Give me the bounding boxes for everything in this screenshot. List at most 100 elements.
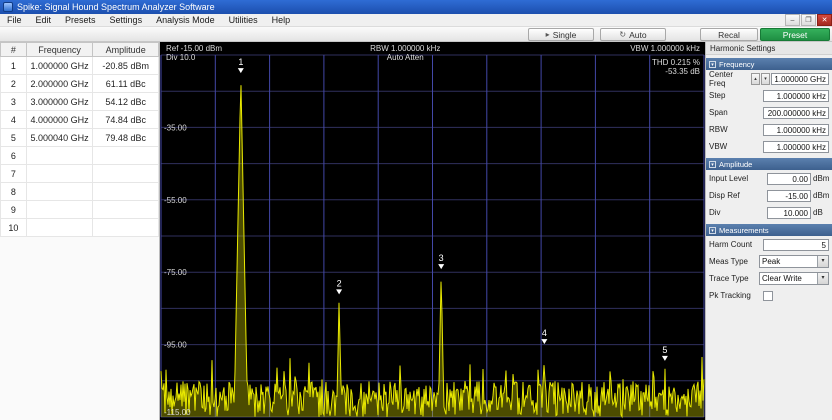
div-input[interactable]: 10.000 <box>767 207 811 219</box>
trace-type-row: Trace Type Clear Write ▾ <box>706 270 832 287</box>
input-level-input[interactable]: 0.00 <box>767 173 811 185</box>
table-row[interactable]: 33.000000 GHz54.12 dBc <box>1 93 159 111</box>
single-sweep-button[interactable]: ▸ Single <box>528 28 594 41</box>
table-row[interactable]: 10 <box>1 219 159 237</box>
panel-title: Harmonic Settings <box>706 42 832 55</box>
pk-tracking-row: Pk Tracking <box>706 287 832 304</box>
vbw-input[interactable]: 1.000000 kHz <box>763 141 829 153</box>
auto-sweep-button[interactable]: ↻ Auto <box>600 28 666 41</box>
span-input[interactable]: 200.000000 kHz <box>763 107 829 119</box>
preset-label: Preset <box>783 30 808 40</box>
chevron-down-icon: ▾ <box>817 273 828 284</box>
chevron-down-icon: ▾ <box>817 256 828 267</box>
div-unit: dB <box>811 208 829 217</box>
measurements-section-header[interactable]: ▾ Measurements <box>706 224 832 236</box>
rbw-overlay: RBW 1.000000 kHz Auto Atten <box>160 44 651 62</box>
single-sweep-label: Single <box>553 30 577 40</box>
frequency-cell <box>26 219 93 237</box>
peak-marker-icon[interactable] <box>336 289 342 294</box>
center-freq-input[interactable]: 1.000000 GHz <box>771 73 829 85</box>
disp-ref-unit: dBm <box>811 191 829 200</box>
rbw-input[interactable]: 1.000000 kHz <box>763 124 829 136</box>
pk-tracking-label: Pk Tracking <box>709 291 763 300</box>
meas-type-row: Meas Type Peak ▾ <box>706 253 832 270</box>
amplitude-cell: 54.12 dBc <box>93 93 159 111</box>
table-row[interactable]: 55.000040 GHz79.48 dBc <box>1 129 159 147</box>
peak-marker-icon[interactable] <box>662 356 668 361</box>
peak-marker-icon[interactable] <box>541 339 547 344</box>
spectrum-plot-canvas[interactable]: 12345-35.00-55.00-75.00-95.00-115.00 <box>160 42 705 420</box>
input-level-unit: dBm <box>811 174 829 183</box>
table-row[interactable]: 44.000000 GHz74.84 dBc <box>1 111 159 129</box>
meas-type-label: Meas Type <box>709 257 759 266</box>
menu-item-help[interactable]: Help <box>265 14 298 27</box>
recal-button[interactable]: Recal <box>700 28 758 41</box>
peak-marker-icon[interactable] <box>438 264 444 269</box>
spin-down-button[interactable]: ▾ <box>761 73 770 85</box>
vbw-label: VBW <box>709 142 763 151</box>
pk-tracking-checkbox[interactable] <box>763 291 773 301</box>
trace-type-select[interactable]: Clear Write ▾ <box>759 272 829 285</box>
center-freq-label: Center Freq <box>709 70 751 88</box>
single-sweep-icon: ▸ <box>546 30 550 39</box>
harmonic-index-cell: 9 <box>1 201 27 219</box>
toolbar: ▸ Single ↻ Auto Recal Preset <box>0 27 832 42</box>
table-row[interactable]: 8 <box>1 183 159 201</box>
table-row[interactable]: 6 <box>1 147 159 165</box>
harmonic-index-cell: 6 <box>1 147 27 165</box>
maximize-button[interactable]: ❐ <box>801 14 816 26</box>
frequency-cell <box>26 201 93 219</box>
rbw-text: RBW 1.000000 kHz <box>160 44 651 53</box>
table-row[interactable]: 11.000000 GHz-20.85 dBm <box>1 57 159 75</box>
spectrum-plot[interactable]: 12345-35.00-55.00-75.00-95.00-115.00 Ref… <box>160 42 705 420</box>
harmonic-index-cell: 5 <box>1 129 27 147</box>
vbw-text: VBW 1.000000 kHz <box>630 44 700 53</box>
harmonic-index-cell: 1 <box>1 57 27 75</box>
amplitude-section-header[interactable]: ▾ Amplitude <box>706 158 832 170</box>
collapse-icon: ▾ <box>709 61 716 68</box>
frequency-cell: 4.000000 GHz <box>26 111 93 129</box>
meas-type-select[interactable]: Peak ▾ <box>759 255 829 268</box>
amplitude-cell <box>93 201 159 219</box>
preset-button[interactable]: Preset <box>760 28 830 41</box>
column-header-amplitude: Amplitude <box>93 43 159 57</box>
vbw-overlay: VBW 1.000000 kHz <box>630 44 700 53</box>
div-row: Div10.000dB <box>706 204 832 221</box>
frequency-cell: 2.000000 GHz <box>26 75 93 93</box>
menu-item-analysis-mode[interactable]: Analysis Mode <box>149 14 222 27</box>
center-freq-row: Center Freq▴▾1.000000 GHz <box>706 70 832 87</box>
span-label: Span <box>709 108 763 117</box>
harm-count-row: Harm Count 5 <box>706 236 832 253</box>
step-input[interactable]: 1.000000 kHz <box>763 90 829 102</box>
disp-ref-row: Disp Ref-15.00dBm <box>706 187 832 204</box>
peak-marker-icon[interactable] <box>238 68 244 73</box>
table-row[interactable]: 7 <box>1 165 159 183</box>
disp-ref-input[interactable]: -15.00 <box>767 190 811 202</box>
span-row: Span200.000000 kHz <box>706 104 832 121</box>
y-axis-label: -35.00 <box>164 123 187 132</box>
table-row[interactable]: 9 <box>1 201 159 219</box>
menu-item-file[interactable]: File <box>0 14 29 27</box>
y-axis-label: -95.00 <box>164 341 187 350</box>
amplitude-section-label: Amplitude <box>719 160 752 169</box>
amplitude-cell <box>93 219 159 237</box>
amplitude-cell: -20.85 dBm <box>93 57 159 75</box>
menu-item-edit[interactable]: Edit <box>29 14 59 27</box>
menu-item-utilities[interactable]: Utilities <box>222 14 265 27</box>
table-row[interactable]: 22.000000 GHz61.11 dBc <box>1 75 159 93</box>
trace-type-label: Trace Type <box>709 274 759 283</box>
harm-count-input[interactable]: 5 <box>763 239 829 251</box>
close-button[interactable]: ✕ <box>817 14 832 26</box>
frequency-section-header[interactable]: ▾ Frequency <box>706 58 832 70</box>
amplitude-cell: 61.11 dBc <box>93 75 159 93</box>
minimize-button[interactable]: – <box>785 14 800 26</box>
amplitude-cell: 79.48 dBc <box>93 129 159 147</box>
menu-items: FileEditPresetsSettingsAnalysis ModeUtil… <box>0 14 297 27</box>
menu-item-settings[interactable]: Settings <box>103 14 150 27</box>
y-axis-label: -115.00 <box>164 408 191 417</box>
rbw-row: RBW1.000000 kHz <box>706 121 832 138</box>
harmonic-table-panel: # Frequency Amplitude 11.000000 GHz-20.8… <box>0 42 160 420</box>
spin-up-button[interactable]: ▴ <box>751 73 760 85</box>
rbw-label: RBW <box>709 125 763 134</box>
menu-item-presets[interactable]: Presets <box>58 14 103 27</box>
